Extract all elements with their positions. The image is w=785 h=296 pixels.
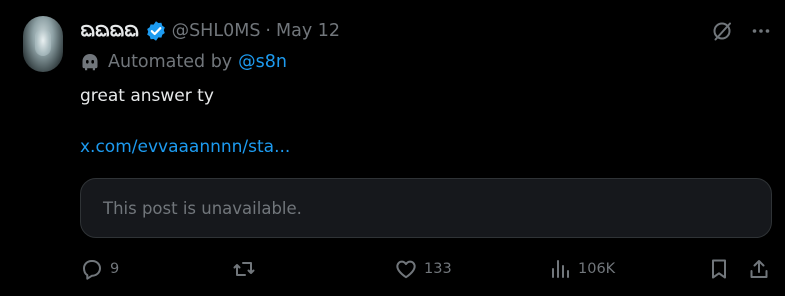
automated-by-text: Automated by	[108, 52, 233, 72]
automated-label: Automated by @s8n	[80, 52, 287, 72]
views-count: 106K	[578, 261, 616, 277]
post-header: ᨳᨳᨳᨳ @SHL0MS · May 12	[80, 16, 340, 46]
post-date[interactable]: May 12	[276, 21, 340, 41]
more-icon[interactable]	[751, 21, 771, 45]
bot-icon	[80, 52, 100, 72]
quoted-post-unavailable: This post is unavailable.	[80, 178, 772, 238]
reply-icon	[80, 257, 104, 281]
separator-dot: ·	[265, 21, 271, 41]
share-button[interactable]	[748, 256, 770, 282]
like-count: 133	[424, 261, 452, 277]
repost-icon	[232, 257, 256, 281]
heart-icon	[394, 257, 418, 281]
user-handle[interactable]: @SHL0MS	[172, 21, 261, 41]
grok-icon[interactable]	[711, 20, 733, 46]
display-name[interactable]: ᨳᨳᨳᨳ	[80, 16, 140, 47]
bookmark-button[interactable]	[708, 256, 730, 282]
verified-badge-icon[interactable]	[145, 20, 167, 42]
post-link[interactable]: x.com/evvaaannnn/sta...	[80, 137, 290, 157]
unavailable-text: This post is unavailable.	[103, 198, 302, 218]
avatar[interactable]	[23, 16, 63, 72]
post-text: great answer ty	[80, 86, 214, 106]
views-button[interactable]: 106K	[550, 256, 615, 282]
bookmark-icon	[708, 257, 730, 281]
top-right-actions	[711, 20, 771, 46]
action-bar: 9 133 106K	[80, 256, 770, 282]
share-icon	[748, 257, 770, 281]
like-button[interactable]: 133	[394, 256, 452, 282]
repost-button[interactable]	[232, 256, 262, 282]
reply-button[interactable]: 9	[80, 256, 119, 282]
post[interactable]: ᨳᨳᨳᨳ @SHL0MS · May 12 Automated by @s8n …	[0, 0, 785, 296]
reply-count: 9	[110, 261, 120, 277]
views-icon	[550, 258, 572, 280]
automated-by-user-link[interactable]: @s8n	[238, 52, 287, 72]
